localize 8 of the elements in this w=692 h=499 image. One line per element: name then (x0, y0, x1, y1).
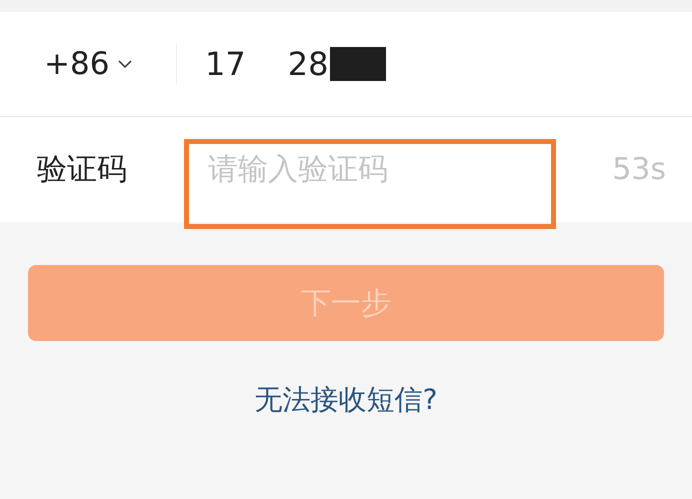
chevron-down-icon (117, 59, 134, 69)
code-input-field[interactable]: 请输入验证码 (206, 151, 540, 188)
code-label: 验证码 (37, 151, 128, 189)
phone-number-text: 17 (205, 45, 246, 83)
phone-number-text: 28 (288, 45, 328, 83)
country-code-selector[interactable]: +86 (44, 46, 166, 82)
help-link[interactable]: 无法接收短信? (254, 381, 438, 419)
countdown-text: 53s (612, 152, 666, 187)
